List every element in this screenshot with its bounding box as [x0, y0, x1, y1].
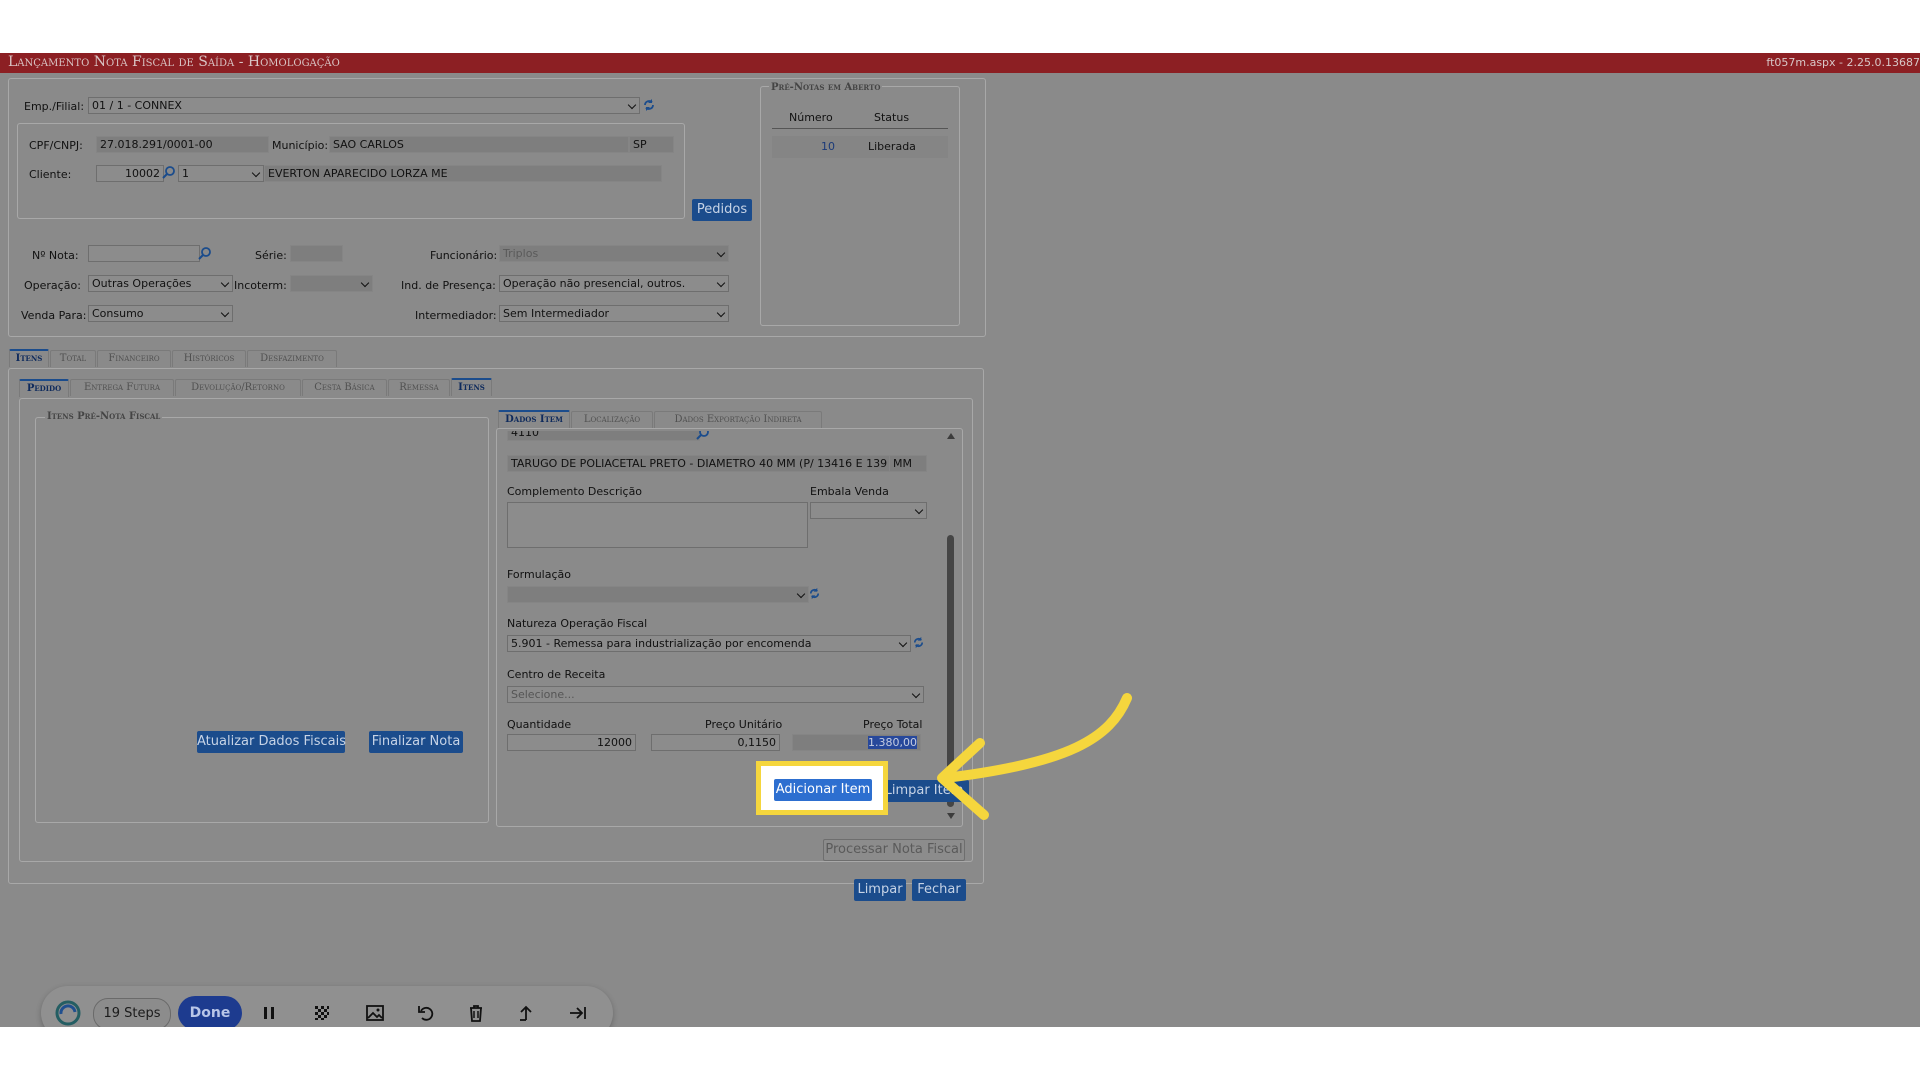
- uf-field: SP: [629, 136, 674, 153]
- intermediador-select[interactable]: Sem Intermediador: [499, 305, 729, 322]
- formulacao-select[interactable]: [507, 586, 809, 603]
- preco-unitario-field[interactable]: 0,1150: [651, 734, 780, 751]
- cpf-field: 27.018.291/0001-00: [96, 136, 269, 153]
- limpar-button[interactable]: Limpar: [854, 879, 906, 901]
- subtab-entrega-futura[interactable]: Entrega Futura: [70, 379, 174, 396]
- embala-label: Embala Venda: [810, 485, 889, 498]
- nota-label: Nº Nota:: [32, 249, 79, 262]
- itemtab-dados-item[interactable]: Dados Item: [498, 410, 570, 428]
- cliente-label: Cliente:: [29, 168, 72, 181]
- search-icon[interactable]: [198, 246, 212, 260]
- refresh-icon[interactable]: [912, 636, 925, 649]
- nota-field[interactable]: [88, 245, 200, 262]
- funcionario-select: Triplos: [499, 245, 729, 262]
- emp-select[interactable]: 01 / 1 - CONNEX: [88, 97, 640, 114]
- row-numero: 10: [821, 140, 835, 153]
- search-icon[interactable]: [696, 431, 710, 440]
- item-code-field: 4110: [507, 431, 700, 441]
- title-bar: Lançamento Nota Fiscal de Saída - Homolo…: [0, 53, 1920, 73]
- blur-icon[interactable]: [312, 1003, 332, 1023]
- itemtab-dados-exportacao[interactable]: Dados Exportação Indireta: [654, 411, 822, 428]
- tab-financeiro[interactable]: Financeiro: [97, 350, 171, 367]
- operacao-select[interactable]: Outras Operações: [88, 275, 233, 292]
- steps-badge: 19 Steps: [93, 998, 171, 1027]
- item-unit-field: MM: [889, 455, 927, 472]
- intermediador-label: Intermediador:: [415, 309, 497, 322]
- complemento-label: Complemento Descrição: [507, 485, 643, 498]
- funcionario-label: Funcionário:: [430, 249, 498, 262]
- cliente-seq-select[interactable]: 1: [178, 165, 264, 182]
- presenca-select[interactable]: Operação não presencial, outros.: [499, 275, 729, 292]
- venda-label: Venda Para:: [21, 309, 87, 322]
- natureza-select[interactable]: 5.901 - Remessa para industrialização po…: [507, 635, 911, 652]
- table-header-divider: [772, 128, 948, 129]
- done-button[interactable]: Done: [178, 996, 242, 1027]
- tab-desfazimento[interactable]: Desfazimento: [247, 350, 337, 367]
- refresh-icon[interactable]: [808, 587, 821, 600]
- undo-icon[interactable]: [416, 1003, 436, 1023]
- table-row[interactable]: 10 Liberada: [772, 136, 948, 158]
- tab-itens[interactable]: Itens: [9, 349, 49, 367]
- quantidade-field[interactable]: 12000: [507, 734, 636, 751]
- version-label: ft057m.aspx - 2.25.0.13687: [1766, 56, 1920, 69]
- tab-historicos[interactable]: Históricos: [172, 350, 246, 367]
- natureza-label: Natureza Operação Fiscal: [507, 617, 648, 630]
- emp-label: Emp./Filial:: [24, 100, 85, 113]
- prenotas-legend: Pré-Notas em Aberto: [769, 82, 883, 93]
- subtab-devolucao[interactable]: Devolução/Retorno: [175, 379, 301, 396]
- itens-prenota-legend: Itens Pré-Nota Fiscal: [45, 411, 163, 422]
- image-icon[interactable]: [365, 1003, 385, 1023]
- recorder-toolbar: 19 Steps Done: [41, 986, 613, 1027]
- share-up-icon[interactable]: [516, 1003, 536, 1023]
- fechar-button[interactable]: Fechar: [912, 879, 966, 901]
- col-status: Status: [874, 111, 910, 124]
- embala-select[interactable]: [810, 502, 927, 519]
- pedidos-button[interactable]: Pedidos: [692, 199, 752, 221]
- municipio-label: Município:: [272, 139, 329, 152]
- cliente-name-field: EVERTON APARECIDO LORZA ME: [264, 165, 662, 182]
- subtab-itens[interactable]: Itens: [451, 378, 492, 396]
- subtab-pedido[interactable]: Pedido: [19, 379, 69, 397]
- item-description-field: TARUGO DE POLIACETAL PRETO - DIAMETRO 40…: [507, 455, 897, 472]
- preco-unit-label: Preço Unitário: [705, 718, 783, 731]
- qtd-label: Quantidade: [507, 718, 572, 731]
- incoterm-label: Incoterm:: [234, 279, 287, 292]
- incoterm-select[interactable]: [290, 275, 373, 292]
- atualizar-dados-fiscais-button[interactable]: Atualizar Dados Fiscais: [197, 731, 346, 753]
- scroll-up-arrow[interactable]: [947, 433, 955, 439]
- pause-icon[interactable]: [259, 1003, 279, 1023]
- finalizar-nota-button[interactable]: Finalizar Nota: [369, 731, 463, 753]
- venda-select[interactable]: Consumo: [88, 305, 233, 322]
- application-window: Lançamento Nota Fiscal de Saída - Homolo…: [0, 53, 1920, 1027]
- adicionar-item-button[interactable]: Adicionar Item: [774, 779, 872, 801]
- col-numero: Número: [789, 111, 833, 124]
- cliente-code-field[interactable]: 10002: [96, 165, 164, 182]
- serie-field: [290, 245, 343, 262]
- window-title: Lançamento Nota Fiscal de Saída - Homolo…: [8, 54, 340, 70]
- app-logo-icon: [55, 1000, 81, 1026]
- search-icon[interactable]: [162, 165, 176, 179]
- cpf-label: CPF/CNPJ:: [29, 139, 83, 152]
- itens-prenota-panel: [35, 417, 489, 823]
- subtab-cesta-basica[interactable]: Cesta Básica: [302, 379, 387, 396]
- formulacao-label: Formulação: [507, 568, 571, 581]
- presenca-label: Ind. de Presença:: [401, 279, 496, 292]
- skip-end-icon[interactable]: [568, 1003, 588, 1023]
- trash-icon[interactable]: [466, 1003, 486, 1023]
- operacao-label: Operação:: [24, 279, 81, 292]
- row-status: Liberada: [868, 140, 916, 153]
- refresh-icon[interactable]: [642, 98, 656, 112]
- centro-select[interactable]: Selecione...: [507, 686, 924, 703]
- processar-nota-button: Processar Nota Fiscal: [823, 839, 965, 861]
- pointer-arrow-icon: [937, 693, 1132, 820]
- serie-label: Série:: [255, 249, 287, 262]
- itemtab-localizacao[interactable]: Localização: [571, 411, 653, 428]
- subtab-remessa[interactable]: Remessa: [388, 379, 450, 396]
- centro-label: Centro de Receita: [507, 668, 606, 681]
- municipio-field: SAO CARLOS: [329, 136, 629, 153]
- tab-total[interactable]: Total: [50, 350, 96, 367]
- complemento-textarea[interactable]: [507, 502, 808, 548]
